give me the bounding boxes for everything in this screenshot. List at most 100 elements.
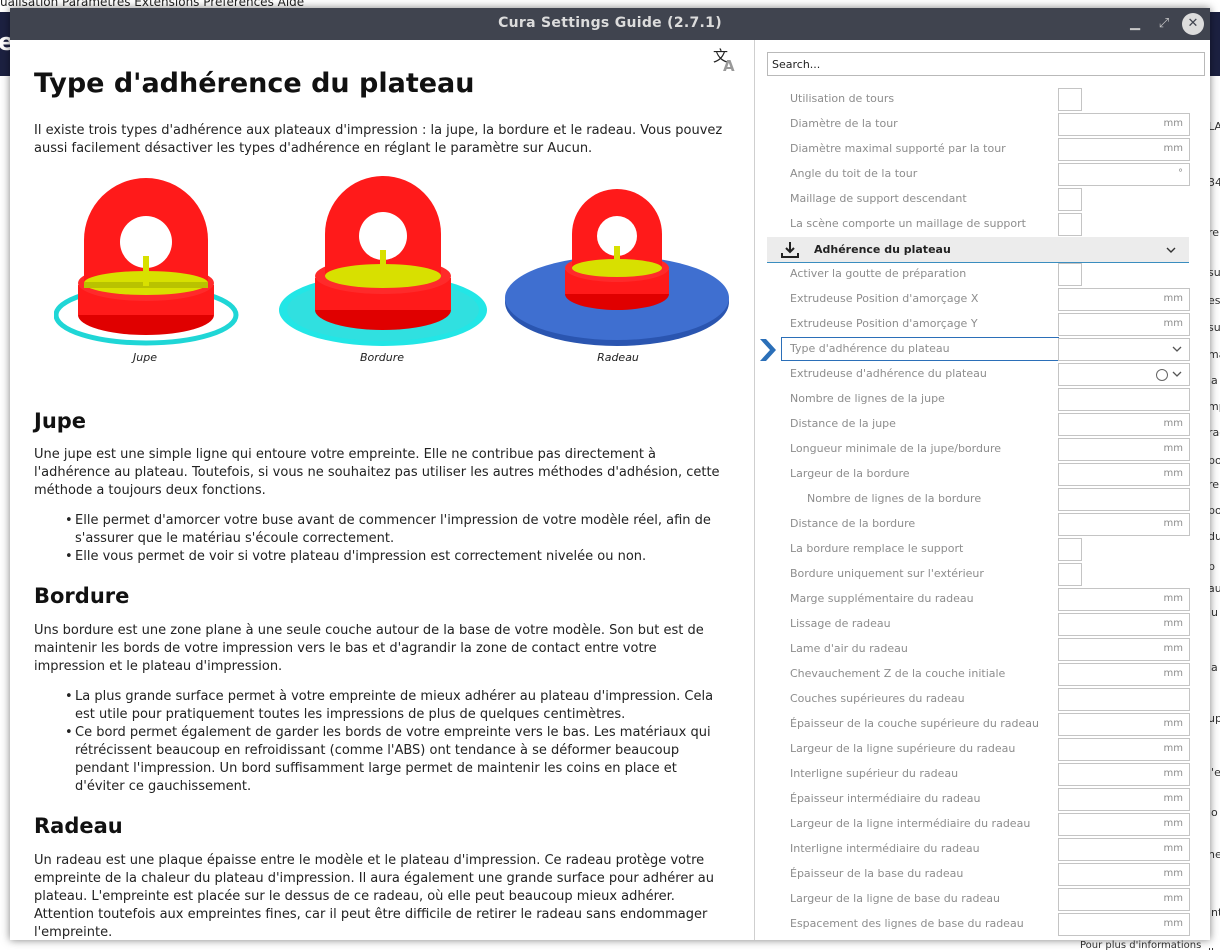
setting-row-epaisseur-de-la-base-du-radeau[interactable]: Épaisseur de la base du radeau mm [755,862,1210,887]
setting-input[interactable]: mm [1058,438,1190,461]
setting-input[interactable]: mm [1058,813,1190,836]
setting-label: Chevauchement Z de la couche initiale [790,667,1006,680]
setting-checkbox[interactable] [1058,263,1082,286]
setting-checkbox[interactable] [1058,213,1082,236]
section-heading-jupe: Jupe [34,409,87,433]
setting-input[interactable]: mm [1058,138,1190,161]
setting-input[interactable]: mm [1058,513,1190,536]
setting-row-largeur-de-la-bordure[interactable]: Largeur de la bordure mm [755,462,1210,487]
setting-checkbox[interactable] [1058,88,1082,111]
bullet-list-bordure: La plus grande surface permet à votre em… [65,688,725,796]
setting-row-marge-supplementaire-du-radeau[interactable]: Marge supplémentaire du radeau mm [755,587,1210,612]
setting-row-angle-du-toit-de-la-tour[interactable]: Angle du toit de la tour ° [755,162,1210,187]
setting-checkbox[interactable] [1058,563,1082,586]
setting-row-utilisation-de-tours[interactable]: Utilisation de tours [755,87,1210,112]
setting-label: Espacement des lignes de base du radeau [790,917,1024,930]
setting-label: Lissage de radeau [790,617,891,630]
setting-input[interactable]: mm [1058,413,1190,436]
skirt-caption: Jupe [133,351,157,364]
setting-unit: mm [1163,518,1183,529]
setting-row-interligne-superieur-du-radeau[interactable]: Interligne supérieur du radeau mm [755,762,1210,787]
setting-row-largeur-de-la-ligne-intermediaire-du-radeau[interactable]: Largeur de la ligne intermédiaire du rad… [755,812,1210,837]
setting-row-la-scene-comporte-un-maillage-de-support[interactable]: La scène comporte un maillage de support [755,212,1210,237]
setting-row-la-bordure-remplace-le-support[interactable]: La bordure remplace le support [755,537,1210,562]
setting-label: Couches supérieures du radeau [790,692,965,705]
setting-select[interactable] [1058,338,1190,361]
setting-input[interactable]: mm [1058,663,1190,686]
setting-input[interactable]: mm [1058,838,1190,861]
setting-input[interactable]: mm [1058,313,1190,336]
setting-label: Extrudeuse d'adhérence du plateau [790,367,987,380]
setting-row-lissage-de-radeau[interactable]: Lissage de radeau mm [755,612,1210,637]
setting-label: Largeur de la bordure [790,467,910,480]
setting-input[interactable]: mm [1058,913,1190,936]
setting-label: Distance de la bordure [790,517,916,530]
setting-checkbox[interactable] [1058,188,1082,211]
setting-input[interactable]: mm [1058,888,1190,911]
setting-label: Longueur minimale de la jupe/bordure [790,442,1001,455]
maximize-button[interactable]: ⤢ [1153,13,1175,35]
setting-row-espacement-des-lignes-de-base-du-radeau[interactable]: Espacement des lignes de base du radeau m… [755,912,1210,937]
setting-row-longueur-minimale-de-la-jupe-bordure[interactable]: Longueur minimale de la jupe/bordure mm [755,437,1210,462]
minimize-button[interactable]: ▁ [1124,13,1146,35]
setting-input[interactable]: mm [1058,463,1190,486]
setting-input[interactable]: ° [1058,163,1190,186]
setting-row-couches-superieures-du-radeau[interactable]: Couches supérieures du radeau [755,687,1210,712]
setting-input[interactable]: mm [1058,763,1190,786]
setting-row-nombre-de-lignes-de-la-bordure[interactable]: Nombre de lignes de la bordure [755,487,1210,512]
category-header-adhesion[interactable]: Adhérence du plateau [767,237,1189,263]
extruder-select[interactable] [1058,363,1190,386]
setting-input[interactable]: mm [1058,588,1190,611]
setting-input[interactable] [1058,688,1190,711]
setting-input[interactable] [1058,488,1190,511]
window-titlebar[interactable]: Cura Settings Guide (2.7.1) ▁ ⤢ ✕ [10,8,1210,40]
setting-row-bordure-uniquement-sur-l-exterieur[interactable]: Bordure uniquement sur l'extérieur [755,562,1210,587]
setting-input[interactable]: mm [1058,863,1190,886]
page-title: Type d'adhérence du plateau [34,68,475,99]
setting-input[interactable]: mm [1058,713,1190,736]
setting-row-type-d-adherence-du-plateau[interactable]: Type d'adhérence du plateau [755,337,1210,362]
setting-row-activer-la-goutte-de-preparation[interactable]: Activer la goutte de préparation [755,262,1210,287]
setting-input[interactable]: mm [1058,738,1190,761]
setting-row-diametre-maximal-supporte-par-la-tour[interactable]: Diamètre maximal supporté par la tour mm [755,137,1210,162]
setting-row-largeur-de-la-ligne-superieure-du-radeau[interactable]: Largeur de la ligne supérieure du radeau… [755,737,1210,762]
setting-unit: mm [1163,118,1183,129]
setting-label: Lame d'air du radeau [790,642,908,655]
setting-row-distance-de-la-jupe[interactable]: Distance de la jupe mm [755,412,1210,437]
background-text-fragment: lle [1208,946,1220,950]
setting-input[interactable]: mm [1058,638,1190,661]
translate-icon[interactable]: 文 A [712,46,738,72]
setting-input[interactable]: mm [1058,288,1190,311]
background-bottom-text: Pour plus d'informations [1080,940,1202,950]
setting-label: Interligne intermédiaire du radeau [790,842,980,855]
setting-unit: mm [1163,468,1183,479]
setting-input[interactable]: mm [1058,613,1190,636]
setting-row-extrudeuse-d-adherence-du-plateau[interactable]: Extrudeuse d'adhérence du plateau [755,362,1210,387]
setting-unit: mm [1163,718,1183,729]
setting-row-epaisseur-intermediaire-du-radeau[interactable]: Épaisseur intermédiaire du radeau mm [755,787,1210,812]
setting-row-interligne-intermediaire-du-radeau[interactable]: Interligne intermédiaire du radeau mm [755,837,1210,862]
model-hole-support [614,246,620,272]
chevron-down-icon[interactable] [1165,243,1177,257]
setting-input[interactable] [1058,388,1190,411]
setting-row-diametre-de-la-tour[interactable]: Diamètre de la tour mm [755,112,1210,137]
setting-row-lame-d-air-du-radeau[interactable]: Lame d'air du radeau mm [755,637,1210,662]
close-button[interactable]: ✕ [1182,13,1204,35]
setting-input[interactable]: mm [1058,113,1190,136]
setting-row-distance-de-la-bordure[interactable]: Distance de la bordure mm [755,512,1210,537]
setting-row-extrudeuse-position-d-amorcage-x[interactable]: Extrudeuse Position d'amorçage X mm [755,287,1210,312]
setting-row-chevauchement-z-de-la-couche-initiale[interactable]: Chevauchement Z de la couche initiale mm [755,662,1210,687]
skirt-figure [54,178,239,346]
setting-row-epaisseur-de-la-couche-superieure-du-radeau[interactable]: Épaisseur de la couche supérieure du rad… [755,712,1210,737]
setting-row-maillage-de-support-descendant[interactable]: Maillage de support descendant [755,187,1210,212]
setting-input[interactable]: mm [1058,788,1190,811]
setting-unit: mm [1163,868,1183,879]
setting-unit: mm [1163,143,1183,154]
setting-row-largeur-de-la-ligne-de-base-du-radeau[interactable]: Largeur de la ligne de base du radeau mm [755,887,1210,912]
chevron-right-icon [760,339,776,361]
setting-checkbox[interactable] [1058,538,1082,561]
search-input[interactable] [767,52,1205,76]
setting-row-nombre-de-lignes-de-la-jupe[interactable]: Nombre de lignes de la jupe [755,387,1210,412]
setting-row-extrudeuse-position-d-amorcage-y[interactable]: Extrudeuse Position d'amorçage Y mm [755,312,1210,337]
setting-label: Maillage de support descendant [790,192,967,205]
